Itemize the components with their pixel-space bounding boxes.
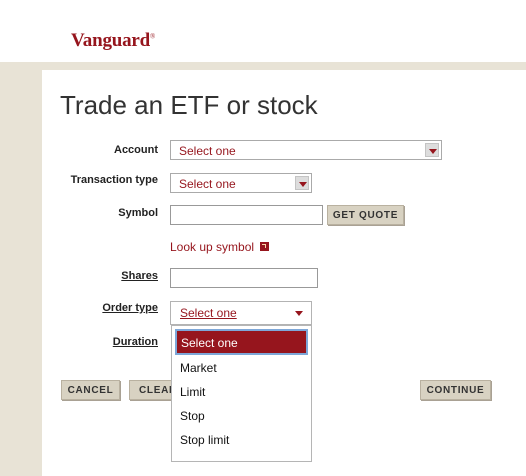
chevron-down-icon bbox=[295, 311, 303, 316]
duration-label[interactable]: Duration bbox=[60, 336, 158, 348]
symbol-input[interactable] bbox=[170, 205, 323, 225]
account-label: Account bbox=[114, 144, 158, 156]
dropdown-option-market[interactable]: Market bbox=[172, 356, 311, 380]
transaction-type-label: Transaction type bbox=[70, 174, 158, 186]
continue-button[interactable]: CONTINUE bbox=[420, 380, 491, 400]
left-sidebar-band bbox=[0, 62, 42, 476]
account-select[interactable]: Select one bbox=[170, 140, 442, 160]
cancel-button[interactable]: CANCEL bbox=[61, 380, 120, 400]
get-quote-button[interactable]: GET QUOTE bbox=[327, 205, 404, 225]
page-title: Trade an ETF or stock bbox=[60, 90, 318, 120]
vanguard-logo[interactable]: Vanguard® bbox=[71, 30, 155, 52]
site-header: Vanguard® bbox=[0, 0, 526, 62]
shares-label[interactable]: Shares bbox=[60, 270, 158, 282]
order-type-dropdown-list: Select one Market Limit Stop Stop limit bbox=[171, 325, 312, 462]
logo-text: Vanguard bbox=[71, 30, 151, 51]
order-type-select-value: Select one bbox=[180, 306, 237, 320]
lookup-symbol-label: Look up symbol bbox=[170, 240, 255, 254]
transaction-type-select[interactable]: Select one bbox=[170, 173, 312, 193]
chevron-down-icon bbox=[295, 176, 309, 190]
dropdown-option-select-one[interactable]: Select one bbox=[175, 329, 308, 355]
dropdown-option-stop[interactable]: Stop bbox=[172, 404, 311, 428]
dropdown-option-limit[interactable]: Limit bbox=[172, 380, 311, 404]
lookup-symbol-link[interactable]: Look up symbol bbox=[170, 240, 270, 254]
registered-mark: ® bbox=[150, 32, 156, 41]
header-band bbox=[0, 62, 526, 70]
external-link-icon bbox=[260, 242, 270, 251]
shares-input[interactable] bbox=[170, 268, 318, 288]
transaction-type-select-value: Select one bbox=[179, 177, 236, 191]
order-type-select[interactable]: Select one bbox=[170, 301, 312, 325]
order-type-label[interactable]: Order type bbox=[60, 302, 158, 314]
dropdown-option-stop-limit[interactable]: Stop limit bbox=[172, 428, 311, 452]
chevron-down-icon bbox=[425, 143, 439, 157]
account-select-value: Select one bbox=[179, 144, 236, 158]
symbol-label: Symbol bbox=[118, 207, 158, 219]
